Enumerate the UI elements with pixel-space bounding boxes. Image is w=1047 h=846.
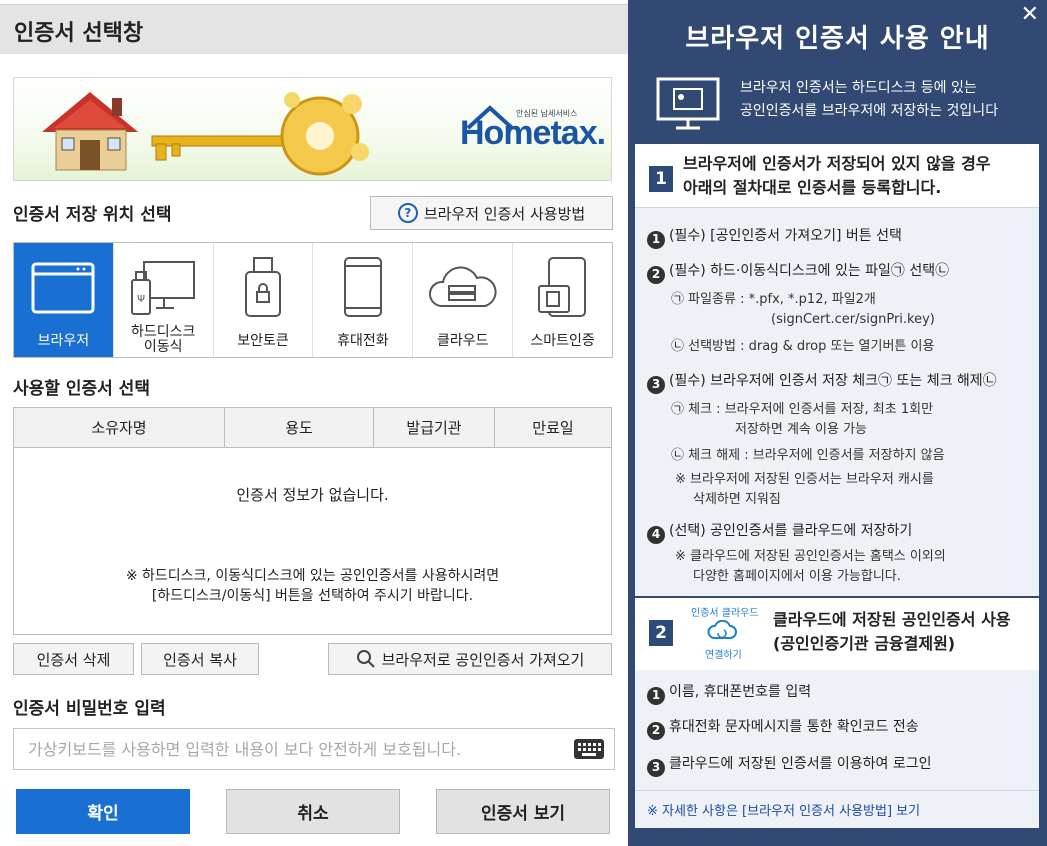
location-label: 브라우저 xyxy=(37,333,90,349)
step-number: 2 xyxy=(647,265,665,284)
ok-button[interactable]: 확인 xyxy=(16,789,190,834)
password-label: 인증서 비밀번호 입력 xyxy=(13,699,166,719)
location-label: 스마트인증 xyxy=(530,333,595,349)
import-cert-button[interactable]: 브라우저로 공인인증서 가져오기 xyxy=(328,643,612,675)
step-4-note: ※ 클라우드에 저장된 공인인증서는 홈택스 이외의 다양한 홈페이지에서 이용… xyxy=(675,549,946,584)
location-security-token[interactable]: 보안토큰 xyxy=(212,243,313,357)
guide-footer-link[interactable]: ※ 자세한 사항은 [브라우저 인증서 사용방법] 보기 xyxy=(647,800,920,819)
password-field xyxy=(13,728,615,770)
question-icon: ? xyxy=(397,203,418,223)
step-2: 2 (필수) 하드·이동식디스크에 있는 파일㉠ 선택㉡ xyxy=(647,261,949,284)
step-number: 3 xyxy=(647,758,665,777)
step-number: 1 xyxy=(647,230,665,249)
storage-location-label: 인증서 저장 위치 선택 xyxy=(13,205,172,225)
step-3-check: ㉠ 체크 : 브라우저에 인증서를 저장, 최초 1회만 저장하면 계속 이용 … xyxy=(671,402,934,437)
delete-cert-button[interactable]: 인증서 삭제 xyxy=(13,643,134,675)
guide-title: 브라우저 인증서 사용 안내 xyxy=(685,24,990,54)
section-1-header: 1 브라우저에 인증서가 저장되어 있지 않을 경우 아래의 절차대로 인증서를… xyxy=(635,144,1039,208)
cloud-steps: 1 이름, 휴대폰번호를 입력 2 휴대전화 문자메시지를 통한 확인코드 전송 3… xyxy=(635,670,1039,790)
intro-line-2: 공인인증서를 브라우저에 저장하는 것입니다 xyxy=(740,103,999,119)
cloud-connect-icon xyxy=(707,620,737,639)
location-cloud[interactable]: 클라우드 xyxy=(412,243,512,357)
column-issuer[interactable]: 발급기관 xyxy=(374,408,495,447)
monitor-icon xyxy=(656,77,720,130)
guide-intro: 브라우저 인증서는 하드디스크 등에 있는 공인인증서를 브라우저에 저장하는 … xyxy=(640,73,1035,133)
step-number: 1 xyxy=(647,686,665,705)
column-usage[interactable]: 용도 xyxy=(225,408,374,447)
dialog-title: 인증서 선택창 xyxy=(14,21,144,46)
mobile-phone-icon xyxy=(343,257,382,317)
harddisk-usb-icon: Ψ xyxy=(131,261,196,315)
step-3: 3 (필수) 브라우저에 인증서 저장 체크㉠ 또는 체크 해제㉡ xyxy=(647,371,997,394)
key-icon xyxy=(151,92,369,176)
browser-icon xyxy=(31,262,95,314)
virtual-keyboard-icon[interactable] xyxy=(574,739,604,759)
cloud-connect-top: 인증서 클라우드 xyxy=(691,608,759,619)
cloud-step-3: 3 클라우드에 저장된 인증서를 이용하여 로그인 xyxy=(647,754,932,777)
copy-cert-button[interactable]: 인증서 복사 xyxy=(141,643,259,675)
security-token-icon xyxy=(245,257,282,317)
certificate-table: 소유자명 용도 발급기관 만료일 인증서 정보가 없습니다. ※ 하드디스크, … xyxy=(13,407,612,635)
cert-select-label: 사용할 인증서 선택 xyxy=(13,379,150,399)
step-number: 4 xyxy=(647,525,665,544)
section-number: 1 xyxy=(649,166,673,192)
cancel-button[interactable]: 취소 xyxy=(226,789,400,834)
step-3-uncheck: ㉡ 체크 해제 : 브라우저에 인증서를 저장하지 않음 xyxy=(671,448,945,463)
password-input[interactable] xyxy=(14,730,574,768)
location-label: 보안토큰 xyxy=(237,333,289,349)
step-number: 3 xyxy=(647,375,665,394)
guide-section-1: 1 브라우저에 인증서가 저장되어 있지 않을 경우 아래의 절차대로 인증서를… xyxy=(635,144,1039,596)
guide-section-2: 2 인증서 클라우드 연결하기 클라우드에 저장된 공인인증서 사용 (공인인증… xyxy=(635,598,1039,670)
browser-cert-guide-panel: ✕ 브라우저 인증서 사용 안내 브라우저 인증서는 하드디스크 등에 있는 공… xyxy=(628,0,1047,846)
column-expiry[interactable]: 만료일 xyxy=(495,408,611,447)
location-label: 하드디스크 이동식 xyxy=(131,324,196,355)
location-smart-auth[interactable]: 스마트인증 xyxy=(512,243,612,357)
cloud-step-2: 2 휴대전화 문자메시지를 통한 확인코드 전송 xyxy=(647,717,919,740)
empty-message: 인증서 정보가 없습니다. xyxy=(236,486,389,504)
view-cert-button[interactable]: 인증서 보기 xyxy=(436,789,610,834)
location-label: 휴대전화 xyxy=(337,333,389,349)
step-1: 1 (필수) [공인인증서 가져오기] 버튼 선택 xyxy=(647,226,902,249)
search-icon xyxy=(356,650,375,668)
location-browser[interactable]: 브라우저 xyxy=(14,243,113,357)
intro-line-1: 브라우저 인증서는 하드디스크 등에 있는 xyxy=(740,80,977,96)
step-number: 2 xyxy=(647,721,665,740)
step-2-method: ㉡ 선택방법 : drag & drop 또는 열기버튼 이용 xyxy=(671,339,935,354)
table-hint: ※ 하드디스크, 이동식디스크에 있는 공인인증서를 사용하시려면 [하드디스크… xyxy=(125,568,500,604)
dialog-titlebar: 인증서 선택창 xyxy=(0,4,628,54)
smart-auth-icon xyxy=(537,257,586,317)
column-owner[interactable]: 소유자명 xyxy=(14,408,225,447)
guide-footer: ※ 자세한 사항은 [브라우저 인증서 사용방법] 보기 xyxy=(635,790,1039,828)
browser-cert-help-button[interactable]: ? 브라우저 인증서 사용방법 xyxy=(370,196,613,230)
storage-location-selector: 브라우저 Ψ 하드디스크 이동식 보안토큰 휴대전화 클라우드 스마트인증 xyxy=(13,242,613,358)
location-label: 클라우드 xyxy=(436,333,489,349)
step-4: 4 (선택) 공인인증서를 클라우드에 저장하기 xyxy=(647,521,912,544)
certificate-dialog: 인증서 선택창 안심된 납세서비스 Hometax. 인증서 저장 위치 선택 … xyxy=(0,0,628,846)
cloud-step-1: 1 이름, 휴대폰번호를 입력 xyxy=(647,682,811,705)
location-mobile[interactable]: 휴대전화 xyxy=(312,243,412,357)
svg-text:Ψ: Ψ xyxy=(137,294,145,305)
cloud-icon xyxy=(428,266,497,307)
table-header: 소유자명 용도 발급기관 만료일 xyxy=(14,408,611,448)
section-number: 2 xyxy=(649,620,673,646)
location-harddisk[interactable]: Ψ 하드디스크 이동식 xyxy=(112,243,213,357)
step-3-note: ※ 브라우저에 저장된 인증서는 브라우저 캐시를 삭제하면 지워짐 xyxy=(675,472,934,507)
step-2-file-type: ㉠ 파일종류 : *.pfx, *.p12, 파일2개 (signCert.ce… xyxy=(671,292,935,327)
hometax-banner: 안심된 납세서비스 Hometax. xyxy=(13,77,612,181)
cloud-connect-bottom: 연결하기 xyxy=(705,650,742,661)
